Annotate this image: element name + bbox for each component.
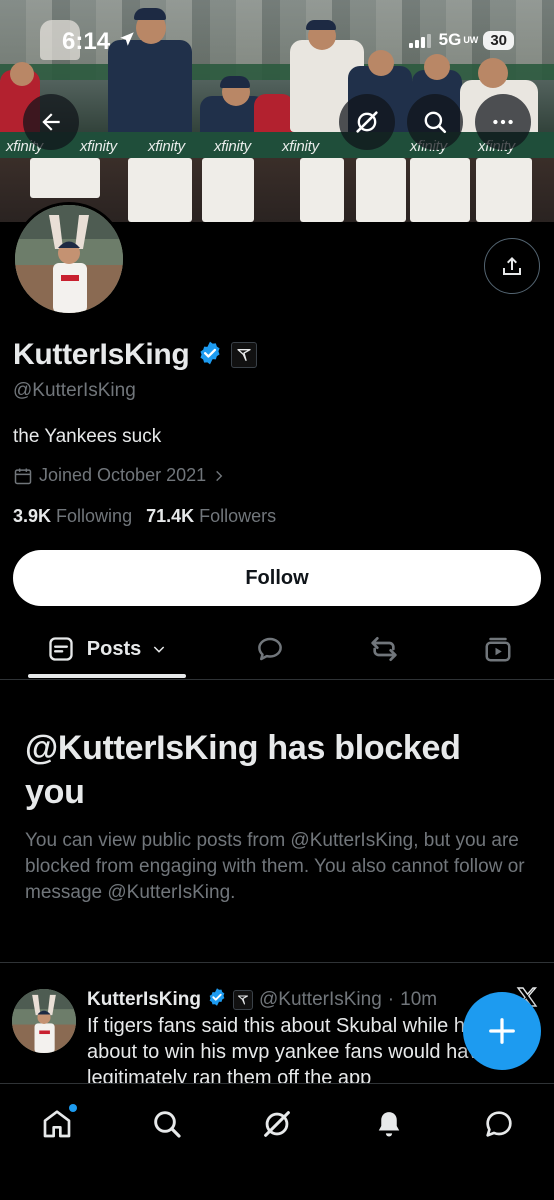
status-time: 6:14 (62, 28, 111, 55)
post-avatar[interactable] (12, 989, 76, 1053)
battery-icon: 30 (483, 30, 514, 50)
bottom-navigation (0, 1083, 554, 1200)
post-author-name[interactable]: KutterIsKing (87, 989, 201, 1011)
verified-badge-icon (207, 987, 227, 1012)
network-label: 5G (438, 30, 462, 49)
more-button[interactable] (475, 94, 531, 150)
following-link[interactable]: 3.9K Following (13, 506, 132, 527)
tab-posts-label: Posts (86, 637, 142, 660)
replies-icon (258, 637, 282, 661)
banner-ad: xfinity (214, 138, 251, 155)
plus-icon (489, 1018, 515, 1044)
nav-messages[interactable] (475, 1100, 523, 1148)
post-timestamp: 10m (400, 988, 438, 1010)
search-button[interactable] (407, 94, 463, 150)
signal-icon (408, 32, 431, 48)
followers-label: Followers (199, 506, 277, 526)
display-name: KutterIsKing (13, 338, 190, 371)
joined-label: Joined October 2021 (39, 465, 207, 485)
tab-reposts[interactable] (360, 620, 408, 678)
home-icon (43, 1110, 71, 1138)
banner-ad: xfinity (80, 138, 117, 155)
share-icon (503, 257, 521, 275)
reposts-icon (371, 637, 397, 661)
media-icon (485, 637, 511, 662)
blocked-title: @KutterIsKing has blocked you (25, 729, 461, 811)
nav-grok[interactable] (253, 1100, 301, 1148)
nav-search[interactable] (143, 1100, 191, 1148)
tab-media[interactable] (474, 620, 522, 678)
status-right: 5G UW 30 (408, 30, 514, 50)
avatar-photo (15, 205, 123, 313)
nav-home[interactable] (33, 1100, 81, 1148)
profile-handle: @KutterIsKing (13, 380, 136, 401)
banner-ad: xfinity (282, 138, 319, 155)
arrow-left-icon (42, 113, 60, 131)
notifications-icon (378, 1112, 400, 1137)
back-button[interactable] (23, 94, 79, 150)
profile-name-row: KutterIsKing (13, 338, 258, 372)
following-count: 3.9K (13, 506, 52, 526)
location-arrow-icon (118, 30, 136, 53)
home-notification-dot (69, 1104, 77, 1112)
following-label: Following (56, 506, 133, 526)
profile-tabs: Posts (0, 620, 554, 680)
share-profile-button[interactable] (484, 238, 540, 294)
post-text: If tigers fans said this about Skubal wh… (87, 1015, 518, 1083)
avatar-photo (12, 989, 76, 1053)
joined-date[interactable]: Joined October 2021 (13, 465, 226, 486)
followers-count: 71.4K (146, 506, 195, 526)
profile-avatar[interactable] (12, 202, 126, 316)
post-header: KutterIsKing @KutterIsKing · 10m (87, 987, 437, 1012)
affiliate-badge-icon[interactable] (231, 342, 258, 368)
search-icon (154, 1111, 181, 1138)
calendar-icon (14, 468, 32, 484)
grok-button[interactable] (339, 94, 395, 150)
posts-icon (49, 637, 73, 661)
blocked-description: You can view public posts from @KutterIs… (25, 830, 525, 903)
tab-replies[interactable] (246, 620, 294, 678)
grok-icon (356, 111, 378, 133)
active-tab-indicator (28, 674, 186, 678)
chevron-down-icon (154, 646, 165, 653)
verified-badge-icon[interactable] (197, 340, 223, 371)
post-separator: · (387, 988, 395, 1010)
grok-icon (264, 1111, 290, 1137)
more-horizontal-icon (493, 119, 513, 125)
network-suffix: UW (463, 34, 479, 45)
compose-post-button[interactable] (463, 992, 541, 1070)
post-author-handle: @KutterIsKing (259, 988, 382, 1010)
chevron-right-icon (216, 470, 223, 481)
follow-button[interactable]: Follow (13, 550, 541, 606)
status-bar: 6:14 5G UW 30 (0, 0, 554, 84)
tab-posts[interactable]: Posts (28, 620, 186, 678)
messages-icon (486, 1111, 512, 1137)
profile-bio: the Yankees suck (13, 426, 162, 447)
followers-link[interactable]: 71.4K Followers (146, 506, 276, 527)
nav-notifications[interactable] (365, 1100, 413, 1148)
profile-stats: 3.9K Following 71.4K Followers (13, 506, 276, 527)
search-icon (424, 111, 447, 134)
affiliate-badge-icon (233, 989, 253, 1010)
banner-ad: xfinity (148, 138, 185, 155)
